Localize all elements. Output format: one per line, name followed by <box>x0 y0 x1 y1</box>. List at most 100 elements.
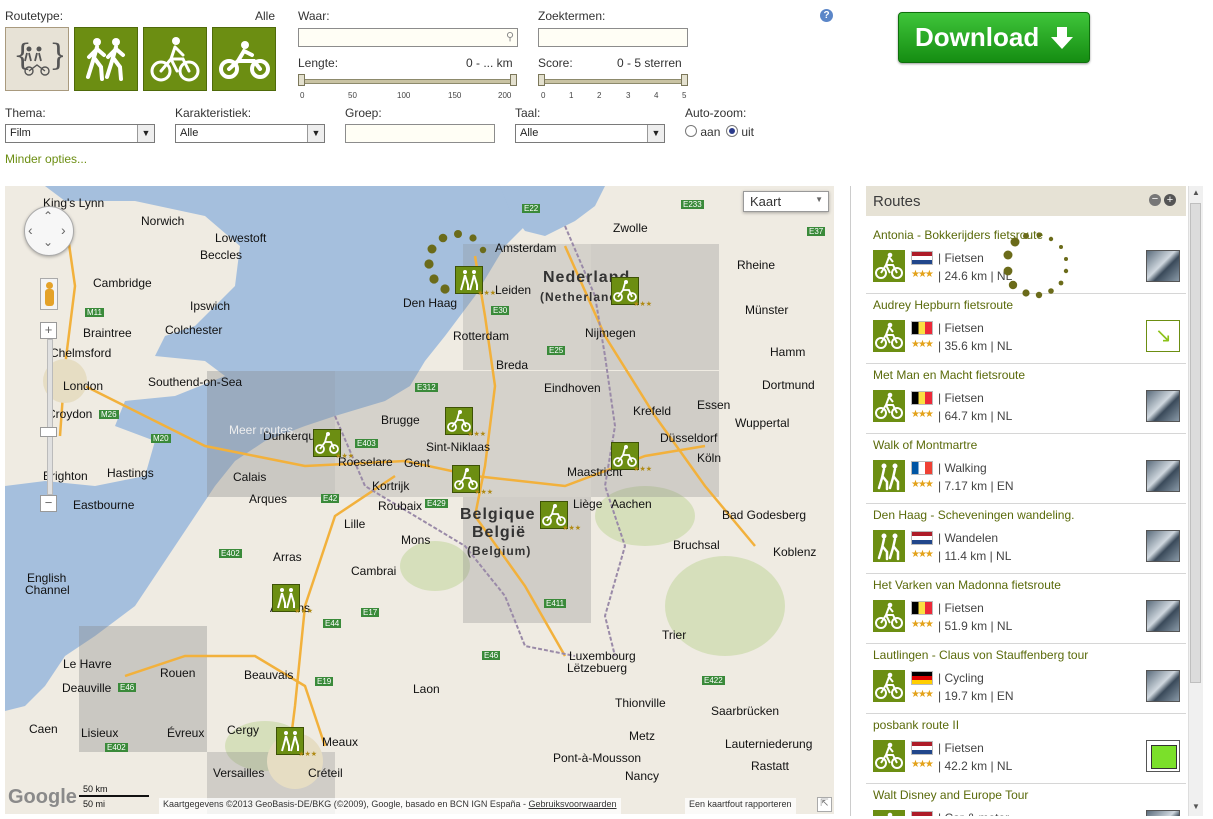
map[interactable]: King's Lynn Norwich Beccles Lowestoft Cambri… <box>5 186 834 814</box>
route-name[interactable]: Walt Disney and Europe Tour <box>873 788 1028 802</box>
route-name[interactable]: posbank route II <box>873 718 959 732</box>
route-thumbnail[interactable] <box>1146 810 1180 816</box>
pan-up-icon[interactable]: ⌃ <box>43 209 53 223</box>
minder-opties-link[interactable]: Minder opties... <box>5 152 87 166</box>
route-thumbnail[interactable] <box>1146 670 1180 702</box>
map-place-label: Thionville <box>615 696 666 710</box>
download-button[interactable]: Download <box>898 12 1090 63</box>
lengte-tick: 100 <box>397 91 411 100</box>
autozoom-uit-option[interactable]: uit <box>726 125 754 139</box>
zoom-in-button[interactable]: + <box>40 322 57 339</box>
taal-select[interactable]: Alle ▼ <box>515 124 665 143</box>
karakteristiek-select[interactable]: Alle ▼ <box>175 124 325 143</box>
route-marker[interactable]: ★★★ <box>611 277 652 308</box>
zoom-slider-track[interactable] <box>47 339 53 495</box>
route-marker[interactable]: ★★★ <box>313 429 354 460</box>
collapse-icon[interactable]: − <box>1149 194 1161 206</box>
zoektermen-input[interactable] <box>538 28 688 47</box>
route-thumbnail[interactable] <box>1146 460 1180 492</box>
map-place-label: Rastatt <box>751 759 790 773</box>
thema-label: Thema: <box>5 106 46 120</box>
waar-input[interactable]: ⚲ <box>298 28 518 47</box>
zoom-slider-handle[interactable] <box>40 427 57 437</box>
route-type: | Walking <box>938 461 987 475</box>
route-list-item[interactable]: Lautlingen - Claus von Stauffenberg tour… <box>866 643 1186 714</box>
pan-down-icon[interactable]: ⌄ <box>43 235 53 249</box>
flag-icon <box>911 531 933 545</box>
route-list-item[interactable]: Het Varken van Madonna fietsroute | Fiets… <box>866 573 1186 644</box>
route-list-item[interactable]: posbank route II | Fietsen ★★★ | 42.2 km | … <box>866 713 1186 784</box>
routetype-motor-button[interactable] <box>212 27 276 91</box>
hiking-icon <box>86 38 125 81</box>
terms-link[interactable]: Gebruiksvoorwaarden <box>528 799 616 809</box>
lengte-tick: 150 <box>448 91 462 100</box>
pan-control[interactable]: ⌃ ⌄ ‹ › <box>24 206 74 256</box>
map-place-label: Saarbrücken <box>711 704 780 718</box>
lengte-min-handle[interactable] <box>298 74 305 86</box>
route-name[interactable]: Het Varken van Madonna fietsroute <box>873 578 1061 592</box>
route-name[interactable]: Lautlingen - Claus von Stauffenberg tour <box>873 648 1088 662</box>
route-marker[interactable]: ★★★ <box>452 465 493 496</box>
route-marker[interactable]: ★★★ <box>272 584 313 615</box>
route-marker[interactable]: ★★★ <box>540 501 581 532</box>
route-list-item[interactable]: Walk of Montmartre | Walking ★★★ | 7.17 km … <box>866 433 1186 504</box>
route-thumbnail[interactable] <box>1146 250 1180 282</box>
route-marker[interactable]: ★★★ <box>445 407 486 438</box>
map-place-label: Colchester <box>165 323 223 337</box>
autozoom-aan-radio[interactable] <box>685 125 697 137</box>
route-name[interactable]: Met Man en Macht fietsroute <box>873 368 1025 382</box>
street-view-pegman-icon[interactable] <box>40 278 58 310</box>
meer-routes-label[interactable]: Meer routes... <box>229 423 303 437</box>
road-shield: E422 <box>702 676 725 685</box>
routetype-walking-button[interactable] <box>74 27 138 91</box>
score-min-handle[interactable] <box>538 74 545 86</box>
autozoom-aan-option[interactable]: aan <box>685 125 720 139</box>
route-name[interactable]: Audrey Hepburn fietsroute <box>873 298 1013 312</box>
groep-input[interactable] <box>345 124 495 143</box>
scroll-up-icon[interactable]: ▲ <box>1192 188 1200 197</box>
routes-scrollbar[interactable]: ▲ ▼ <box>1188 186 1203 816</box>
autozoom-uit-radio[interactable] <box>726 125 738 137</box>
map-place-label: Essen <box>697 398 731 412</box>
route-name[interactable]: Walk of Montmartre <box>873 438 977 452</box>
routetype-all-button[interactable]: { } <box>5 27 69 91</box>
map-place-label: Versailles <box>213 766 265 780</box>
score-max-handle[interactable] <box>681 74 688 86</box>
map-country-label: België <box>472 524 527 541</box>
route-marker[interactable]: ★★★ <box>455 266 496 297</box>
zoom-out-button[interactable]: − <box>40 495 57 512</box>
route-name[interactable]: Den Haag - Scheveningen wandeling. <box>873 508 1074 522</box>
expand-icon[interactable]: + <box>1164 194 1176 206</box>
scrollbar-thumb[interactable] <box>1190 203 1201 683</box>
score-slider[interactable] <box>538 74 688 86</box>
route-list-item[interactable]: Den Haag - Scheveningen wandeling. | Wand… <box>866 503 1186 574</box>
route-marker[interactable]: ★★★ <box>276 727 317 758</box>
route-thumbnail[interactable] <box>1146 390 1180 422</box>
pan-right-icon[interactable]: › <box>61 222 66 238</box>
lengte-value: 0 - ... km <box>466 56 513 70</box>
lengte-max-handle[interactable] <box>510 74 517 86</box>
map-type-select[interactable]: Kaart ▼ <box>743 191 829 212</box>
map-place-label: Köln <box>697 451 722 465</box>
karakteristiek-value: Alle <box>180 127 199 139</box>
road-shield: E46 <box>482 651 501 660</box>
lengte-slider[interactable] <box>298 74 517 86</box>
route-thumbnail[interactable] <box>1146 530 1180 562</box>
map-place-label: Lisieux <box>81 726 119 740</box>
route-list-item[interactable]: Walt Disney and Europe Tour | Car & motor… <box>866 783 1186 816</box>
map-place-label: Cergy <box>227 723 260 737</box>
route-info-value: 35.6 km | NL <box>944 339 1013 353</box>
pan-left-icon[interactable]: ‹ <box>28 222 33 238</box>
help-icon[interactable]: ? <box>820 9 833 22</box>
route-thumbnail[interactable] <box>1146 600 1180 632</box>
route-marker[interactable]: ★★★ <box>611 442 652 473</box>
report-map-error-link[interactable]: Een kaartfout rapporteren <box>685 798 796 814</box>
resize-corner-icon[interactable]: ⇱ <box>817 797 832 812</box>
route-thumbnail[interactable] <box>1146 740 1180 772</box>
route-list-item[interactable]: Met Man en Macht fietsroute | Fietsen ★★★ |… <box>866 363 1186 434</box>
scroll-down-icon[interactable]: ▼ <box>1192 802 1200 811</box>
routetype-cycling-button[interactable] <box>143 27 207 91</box>
hiking-icon <box>873 530 905 562</box>
route-thumbnail[interactable]: ↘ <box>1146 320 1180 352</box>
thema-select[interactable]: Film ▼ <box>5 124 155 143</box>
